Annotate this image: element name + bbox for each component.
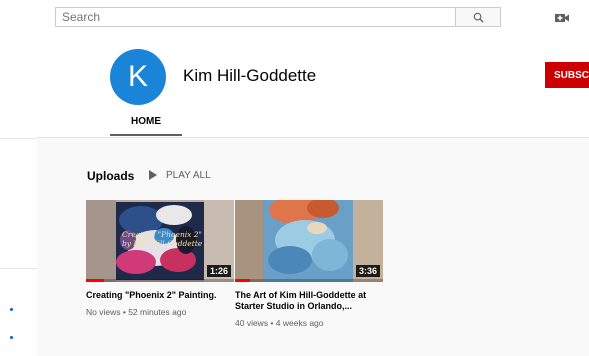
search-box[interactable]: [55, 7, 455, 27]
top-bar: [0, 0, 589, 38]
video-metadata: No views • 52 minutes ago: [86, 307, 187, 317]
video-duration: 3:36: [355, 265, 380, 277]
tab-home[interactable]: HOME: [110, 114, 182, 137]
thumbnail-overlay-line: Creating "Phoenix 2": [122, 230, 203, 239]
channel-header: K Kim Hill-Goddette SUBSCRIBE HOME: [37, 38, 589, 137]
video-views: 40 views: [235, 318, 269, 328]
video-age: 52 minutes ago: [128, 307, 187, 317]
left-rail: [0, 38, 37, 356]
video-age: 4 weeks ago: [275, 318, 324, 328]
tab-home-label: HOME: [131, 116, 161, 127]
thumbnail-overlay-line: by Kim Hill-Goddette: [122, 239, 203, 248]
video-title[interactable]: Creating "Phoenix 2" Painting.: [86, 290, 234, 301]
header-divider: [37, 137, 589, 138]
video-card[interactable]: Creating "Phoenix 2" by Kim Hill-Goddett…: [86, 200, 234, 317]
thumbnail-overlay-text: Creating "Phoenix 2" by Kim Hill-Goddett…: [122, 230, 202, 248]
uploads-title[interactable]: Uploads: [87, 169, 134, 183]
rail-indicator: [10, 308, 13, 311]
channel-name: Kim Hill-Goddette: [183, 66, 317, 85]
search-icon: [473, 12, 484, 23]
rail-divider: [0, 268, 37, 269]
video-metadata: 40 views • 4 weeks ago: [235, 318, 324, 328]
play-icon[interactable]: [149, 170, 157, 180]
subscribe-button[interactable]: SUBSCRIBE: [545, 62, 589, 88]
play-all-button[interactable]: PLAY ALL: [166, 170, 211, 181]
watch-progress-bar: [235, 279, 250, 282]
video-title[interactable]: The Art of Kim Hill-Goddette at Starter …: [235, 290, 383, 312]
video-views: No views: [86, 307, 121, 317]
watch-progress-bar: [86, 279, 104, 282]
video-card[interactable]: 3:36 The Art of Kim Hill-Goddette at Sta…: [235, 200, 383, 328]
tab-selected-indicator: [110, 134, 182, 136]
rail-indicator: [10, 336, 13, 339]
video-duration: 1:26: [206, 265, 231, 277]
rail-divider: [0, 138, 37, 139]
create-video-icon[interactable]: [555, 13, 569, 23]
video-thumbnail[interactable]: 3:36: [235, 200, 383, 282]
watch-progress-track: [86, 279, 234, 282]
watch-progress-track: [235, 279, 383, 282]
video-thumbnail[interactable]: Creating "Phoenix 2" by Kim Hill-Goddett…: [86, 200, 234, 282]
search-input[interactable]: [62, 9, 442, 25]
channel-avatar[interactable]: K: [110, 49, 166, 105]
search-button[interactable]: [455, 7, 501, 27]
